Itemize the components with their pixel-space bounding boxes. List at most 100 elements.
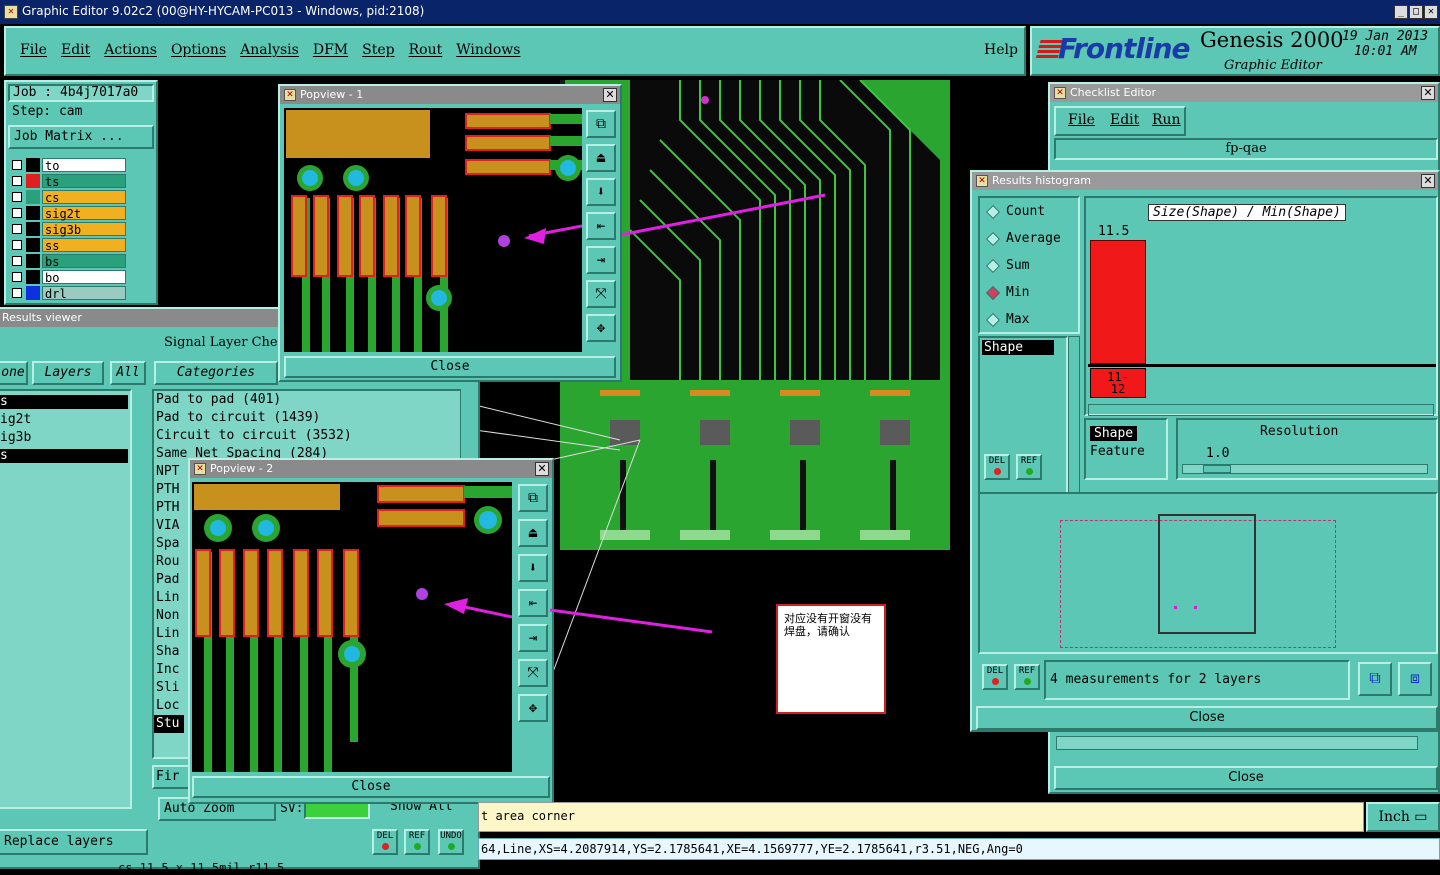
- popview-1-pan-right-icon[interactable]: ⇥: [586, 246, 616, 274]
- layer-name[interactable]: drl: [42, 286, 126, 301]
- popview-1-canvas[interactable]: [284, 108, 582, 352]
- layer-checkbox[interactable]: [12, 256, 22, 266]
- histogram-del-button[interactable]: DEL: [984, 454, 1010, 480]
- close-icon[interactable]: ✕: [1421, 174, 1435, 188]
- category-item[interactable]: Pad to pad (401): [154, 391, 472, 409]
- layer-checkbox[interactable]: [12, 208, 22, 218]
- find-button[interactable]: Fir: [152, 765, 192, 789]
- category-item[interactable]: Pad to circuit (1439): [154, 409, 472, 427]
- popview-2-close-button[interactable]: Close: [192, 776, 550, 798]
- close-icon[interactable]: ✕: [535, 462, 549, 476]
- zoom-area-icon[interactable]: ⧈: [1398, 662, 1432, 696]
- popview-2-fit-icon[interactable]: ⤧: [518, 659, 548, 687]
- feature-option[interactable]: Feature: [1090, 444, 1145, 459]
- job-matrix-button[interactable]: Job Matrix ...: [8, 125, 154, 149]
- layer-checkbox[interactable]: [12, 176, 22, 186]
- popview-1-zoom-home-icon[interactable]: ⧉: [586, 110, 616, 138]
- menu-rout[interactable]: Rout: [409, 42, 443, 58]
- checklist-menu-file[interactable]: File: [1068, 112, 1095, 128]
- replace-layers-button[interactable]: Replace layers: [0, 829, 148, 855]
- shape-option[interactable]: Shape: [1090, 426, 1138, 441]
- preview-ref-button[interactable]: REF: [1014, 664, 1040, 690]
- histogram-hscroll[interactable]: [1088, 404, 1434, 416]
- unit-select[interactable]: Inch ▭: [1366, 802, 1440, 832]
- mode-sum[interactable]: Sum: [985, 258, 1029, 273]
- preview-del-button[interactable]: DEL: [982, 664, 1008, 690]
- popview-2-pan-icon[interactable]: ✥: [518, 694, 548, 722]
- layer-checkbox[interactable]: [12, 240, 22, 250]
- layer-row-ss[interactable]: ss: [10, 238, 130, 253]
- layer-name[interactable]: sig3b: [42, 222, 126, 237]
- layer-checkbox[interactable]: [12, 160, 22, 170]
- popview-1-fit-icon[interactable]: ⤧: [586, 280, 616, 308]
- ref-button[interactable]: REF: [404, 829, 430, 855]
- menu-actions[interactable]: Actions: [104, 42, 157, 58]
- layer-row-ts[interactable]: ts: [10, 174, 130, 189]
- layer-checkbox[interactable]: [12, 272, 22, 282]
- mode-max[interactable]: Max: [985, 312, 1029, 327]
- mode-count[interactable]: Count: [985, 204, 1045, 219]
- popview-1-pan-icon[interactable]: ✥: [586, 314, 616, 342]
- close-icon[interactable]: ✕: [1421, 86, 1435, 100]
- minimize-button[interactable]: _: [1394, 5, 1408, 19]
- resolution-slider[interactable]: [1182, 464, 1428, 474]
- popview-2-zoom-out-icon[interactable]: ⬇: [518, 554, 548, 582]
- layer-name[interactable]: to: [42, 158, 126, 173]
- layer-name[interactable]: ss: [42, 238, 126, 253]
- result-layer-item[interactable]: ig2t: [0, 411, 128, 429]
- close-window-button[interactable]: ✕: [1424, 5, 1438, 19]
- result-layer-item[interactable]: s: [0, 449, 128, 463]
- mode-min[interactable]: Min: [985, 285, 1029, 300]
- maximize-button[interactable]: □: [1409, 5, 1423, 19]
- layer-row-bo[interactable]: bo: [10, 270, 130, 285]
- menu-step[interactable]: Step: [362, 42, 394, 58]
- popview-1-zoom-out-icon[interactable]: ⬇: [586, 178, 616, 206]
- menu-file[interactable]: File: [20, 42, 47, 58]
- layer-checkbox[interactable]: [12, 288, 22, 298]
- layer-checkbox[interactable]: [12, 224, 22, 234]
- layer-name[interactable]: sig2t: [42, 206, 126, 221]
- menu-analysis[interactable]: Analysis: [240, 42, 299, 58]
- popview-2-pan-left-icon[interactable]: ⇤: [518, 589, 548, 617]
- zoom-fit-icon[interactable]: ⧉: [1358, 662, 1392, 696]
- menu-windows[interactable]: Windows: [456, 42, 520, 58]
- menu-dfm[interactable]: DFM: [313, 42, 348, 58]
- layer-name[interactable]: bo: [42, 270, 126, 285]
- popview-2-canvas[interactable]: [192, 482, 512, 772]
- layer-row-bs[interactable]: bs: [10, 254, 130, 269]
- radio-icon[interactable]: [985, 231, 1001, 246]
- checklist-close-button[interactable]: Close: [1054, 766, 1438, 790]
- layer-row-cs[interactable]: cs: [10, 190, 130, 205]
- popview-1-pan-left-icon[interactable]: ⇤: [586, 212, 616, 240]
- popview-2-pan-right-icon[interactable]: ⇥: [518, 624, 548, 652]
- popview-1-close-button[interactable]: Close: [284, 356, 616, 378]
- del-button[interactable]: DEL: [372, 829, 398, 855]
- radio-icon[interactable]: [985, 312, 1001, 327]
- resolution-slider-thumb[interactable]: [1203, 465, 1231, 473]
- menu-options[interactable]: Options: [171, 42, 226, 58]
- menu-edit[interactable]: Edit: [61, 42, 90, 58]
- layer-checkbox[interactable]: [12, 192, 22, 202]
- checklist-menu-edit[interactable]: Edit: [1110, 112, 1139, 128]
- histogram-close-button[interactable]: Close: [976, 706, 1438, 730]
- radio-icon[interactable]: [985, 285, 1001, 300]
- histogram-ref-button[interactable]: REF: [1016, 454, 1042, 480]
- close-icon[interactable]: ✕: [603, 88, 617, 102]
- layer-name[interactable]: cs: [42, 190, 126, 205]
- tab-none[interactable]: one: [0, 361, 28, 385]
- layer-name[interactable]: ts: [42, 174, 126, 189]
- layer-name[interactable]: bs: [42, 254, 126, 269]
- category-item[interactable]: Circuit to circuit (3532): [154, 427, 472, 445]
- tab-all[interactable]: All: [110, 361, 146, 385]
- layer-row-sig2t[interactable]: sig2t: [10, 206, 130, 221]
- popview-2-zoom-home-icon[interactable]: ⧉: [518, 484, 548, 512]
- layer-row-drl[interactable]: drl: [10, 286, 130, 301]
- checklist-scrollbar[interactable]: [1056, 736, 1418, 750]
- result-layer-item[interactable]: s: [0, 395, 128, 409]
- layer-row-sig3b[interactable]: sig3b: [10, 222, 130, 237]
- radio-icon[interactable]: [985, 258, 1001, 273]
- popview-1-zoom-in-icon[interactable]: ⏏: [586, 144, 616, 172]
- mode-average[interactable]: Average: [985, 231, 1061, 246]
- radio-icon[interactable]: [985, 204, 1001, 219]
- category-item[interactable]: Stu: [154, 715, 184, 733]
